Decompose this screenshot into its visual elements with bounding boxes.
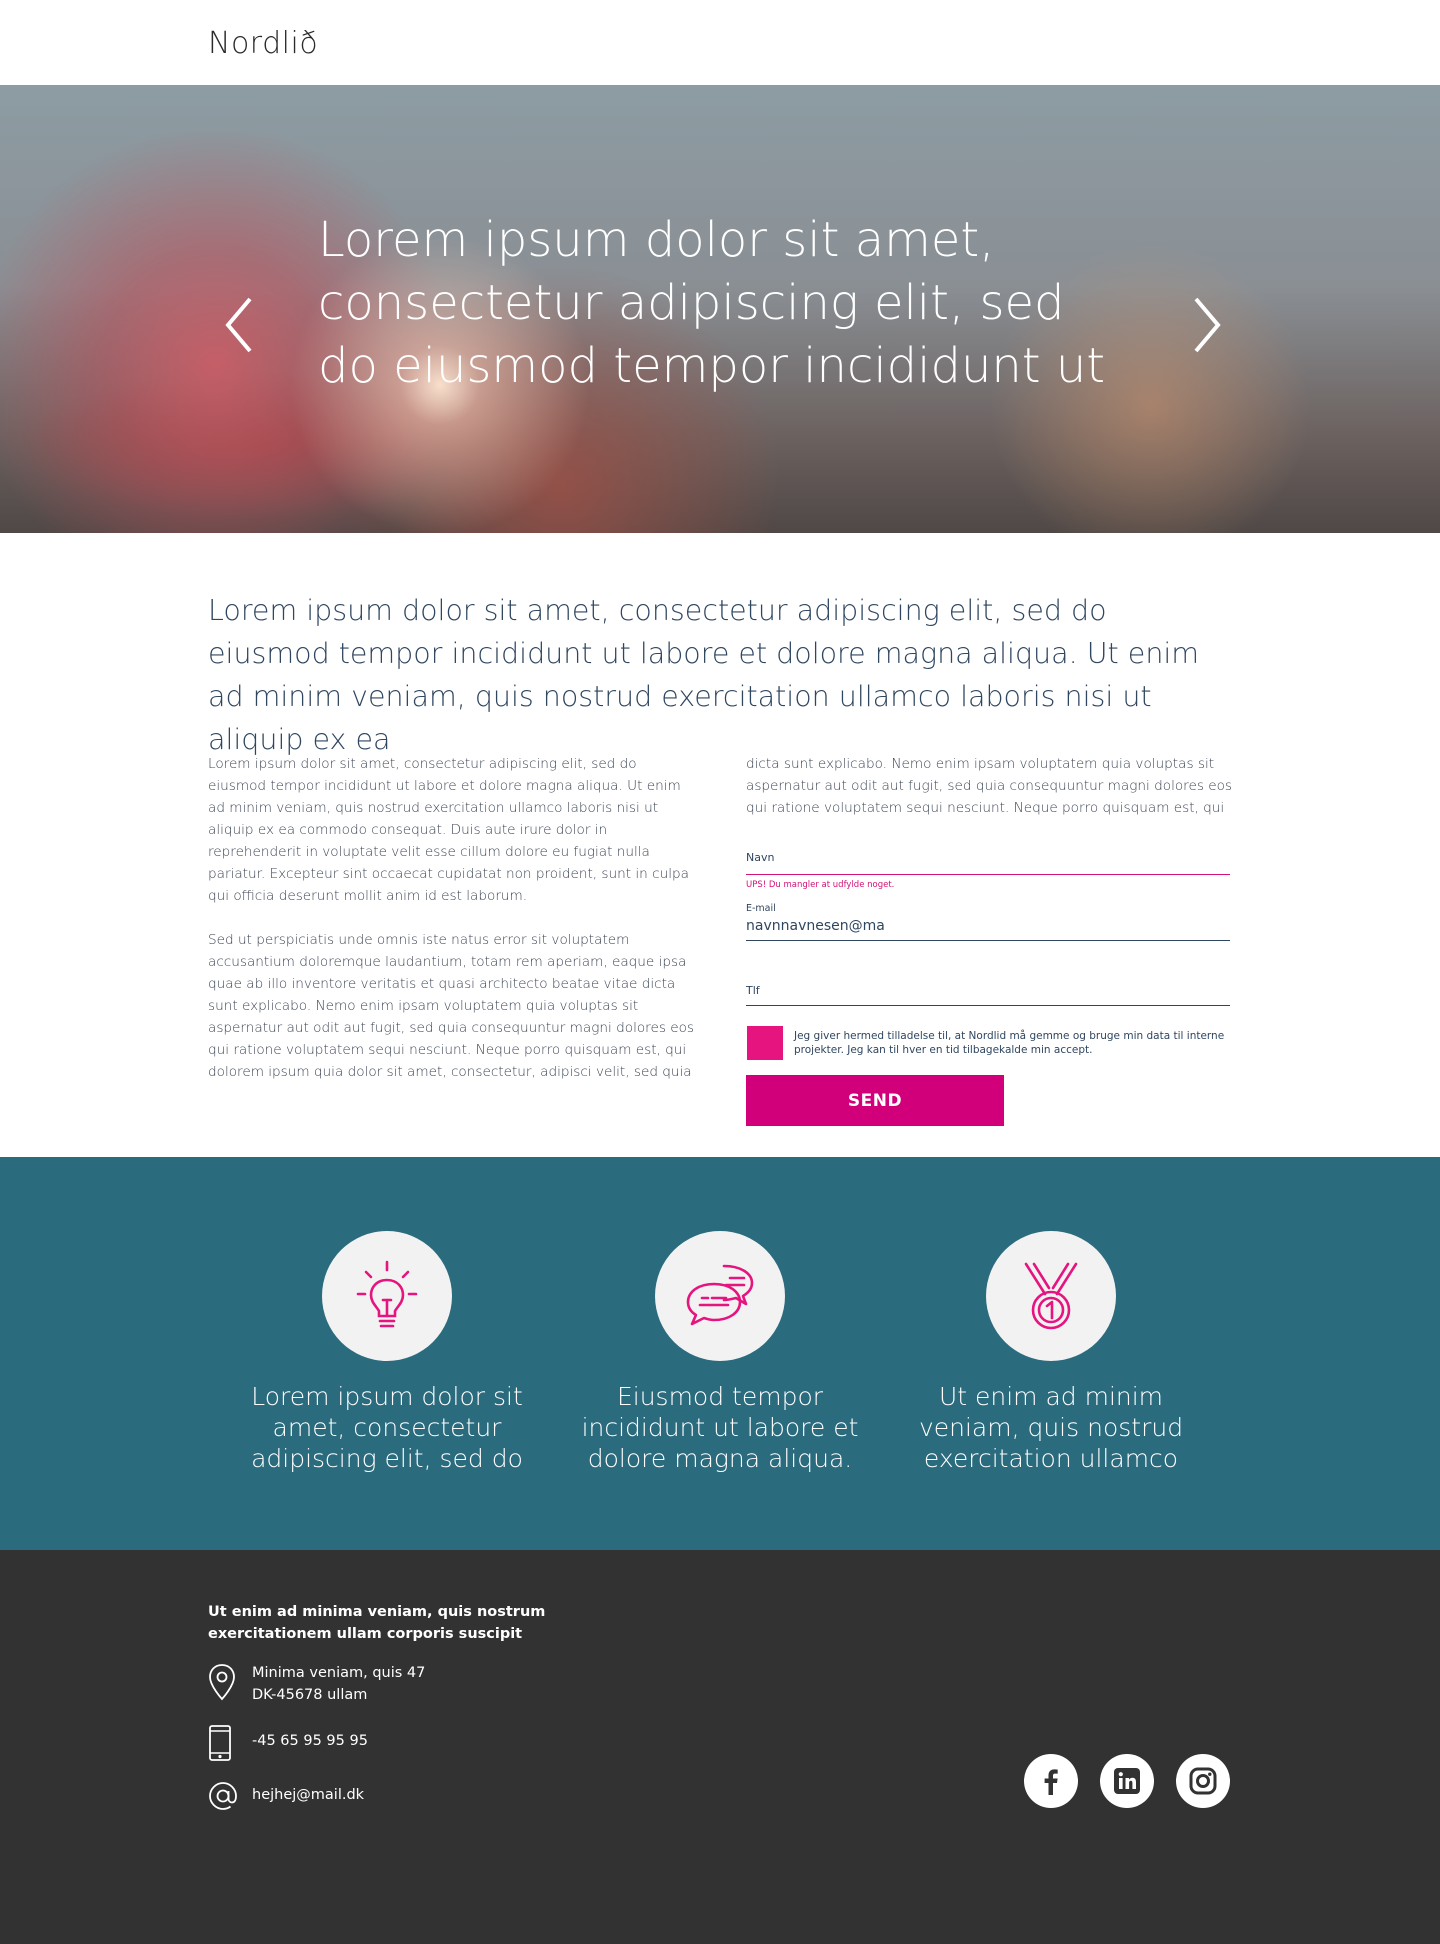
phone-text[interactable]: -45 65 95 95 95 [252, 1730, 368, 1752]
email-value: navnnavnesen@ma [746, 918, 885, 934]
intro-text: Lorem ipsum dolor sit amet, consectetur … [208, 594, 1200, 756]
footer-address: Minima veniam, quis 47 DK-45678 ullam [208, 1662, 425, 1707]
body-column-right: dicta sunt explicabo. Nemo enim ipsam vo… [746, 753, 1236, 841]
email-text[interactable]: hejhej@mail.dk [252, 1784, 364, 1806]
hero-next-button[interactable] [1186, 285, 1226, 365]
feature-text: Eiusmod tempor incididunt ut labore et d… [581, 1382, 859, 1473]
feature-icon-circle [986, 1231, 1116, 1361]
footer-title: Ut enim ad minima veniam, quis nostrum e… [208, 1604, 546, 1642]
hero-prev-button[interactable] [220, 285, 260, 365]
feature-text: Ut enim ad minim veniam, quis nostrud ex… [918, 1382, 1184, 1473]
chevron-left-icon [225, 297, 252, 353]
hero-title: Lorem ipsum dolor sit amet, consectetur … [318, 212, 1106, 394]
facebook-button[interactable] [1024, 1754, 1078, 1808]
email-label: E-mail [746, 903, 776, 914]
body-column-left: Lorem ipsum dolor sit amet, consectetur … [208, 753, 698, 1105]
chevron-right-icon [1194, 297, 1221, 353]
phone-label: Tlf [746, 984, 760, 997]
instagram-button[interactable] [1176, 1754, 1230, 1808]
linkedin-icon [1114, 1768, 1140, 1794]
site-header: Nordlið [0, 0, 1440, 85]
chat-bubbles-icon [686, 1264, 754, 1326]
body-paragraph: Lorem ipsum dolor sit amet, consectetur … [208, 756, 689, 904]
features-band: Lorem ipsum dolor sit amet, consectetur … [0, 1157, 1440, 1550]
phone-icon [208, 1724, 238, 1767]
site-footer: Ut enim ad minima veniam, quis nostrum e… [0, 1550, 1440, 1944]
name-field[interactable]: Navn [746, 848, 1230, 875]
location-pin-icon [208, 1662, 238, 1707]
feature-item: Eiusmod tempor incididunt ut labore et d… [570, 1231, 870, 1474]
facebook-icon [1044, 1769, 1058, 1795]
at-sign-icon [208, 1781, 238, 1816]
instagram-icon [1189, 1767, 1217, 1795]
name-label: Navn [746, 851, 775, 864]
send-button[interactable]: SEND [746, 1075, 1004, 1126]
footer-phone: -45 65 95 95 95 [208, 1724, 368, 1767]
medal-icon [1024, 1262, 1078, 1330]
address-text: Minima veniam, quis 47 DK-45678 ullam [252, 1665, 426, 1703]
footer-email: hejhej@mail.dk [208, 1781, 364, 1816]
consent-checkbox[interactable] [747, 1026, 783, 1060]
linkedin-button[interactable] [1100, 1754, 1154, 1808]
body-paragraph: Sed ut perspiciatis unde omnis iste natu… [208, 932, 694, 1080]
email-field[interactable]: E-mail navnnavnesen@ma [746, 900, 1230, 941]
phone-field[interactable]: Tlf [746, 975, 1230, 1006]
feature-text: Lorem ipsum dolor sit amet, consectetur … [251, 1382, 523, 1473]
feature-item: Ut enim ad minim veniam, quis nostrud ex… [901, 1231, 1201, 1474]
feature-icon-circle [655, 1231, 785, 1361]
name-error-message: UPS! Du mangler at udfylde noget. [746, 880, 895, 890]
logo[interactable]: Nordlið [208, 26, 318, 61]
feature-item: Lorem ipsum dolor sit amet, consectetur … [237, 1231, 537, 1474]
consent-label: Jeg giver hermed tilladelse til, at Nord… [794, 1030, 1225, 1056]
hero-banner: Lorem ipsum dolor sit amet, consectetur … [0, 85, 1440, 533]
feature-icon-circle [322, 1231, 452, 1361]
lightbulb-icon [356, 1260, 418, 1328]
body-paragraph: dicta sunt explicabo. Nemo enim ipsam vo… [746, 756, 1232, 816]
